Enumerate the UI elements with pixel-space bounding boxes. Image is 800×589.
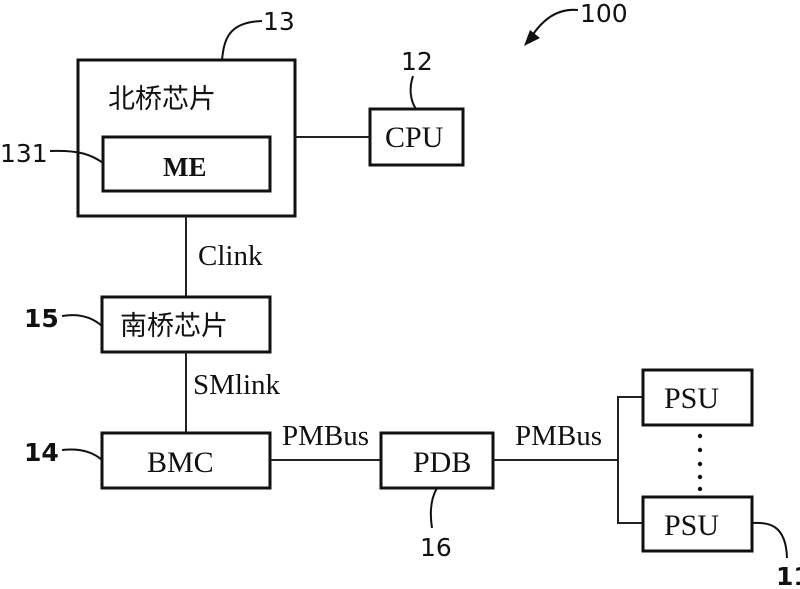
psu-bus-bracket	[617, 396, 643, 524]
pmbus-label-2: PMBus	[515, 420, 602, 452]
pdb-ref-leader	[429, 487, 438, 529]
south-bridge-label: 南桥芯片	[120, 311, 228, 342]
clink-label: Clink	[198, 240, 263, 272]
pdb-label: PDB	[413, 446, 471, 479]
psu-bottom-label: PSU	[664, 509, 719, 542]
north-bridge-ref: 13	[263, 7, 295, 36]
psu-ref-leader	[751, 521, 788, 559]
psu-top-label: PSU	[664, 382, 719, 415]
south-bridge-ref: 15	[24, 304, 59, 333]
bmc-ref: 14	[24, 438, 59, 467]
cpu-ref-leader	[409, 75, 417, 110]
cpu-label: CPU	[385, 121, 444, 154]
cpu-ref: 12	[401, 47, 433, 76]
south-bridge-ref-leader	[61, 314, 103, 327]
bmc-ref-leader	[61, 448, 103, 461]
bmc-label: BMC	[147, 446, 214, 479]
me-ref: 131	[0, 139, 48, 168]
smlink-label: SMlink	[193, 369, 281, 401]
pmbus-label-1: PMBus	[282, 420, 369, 452]
system-ref-arrowhead	[524, 30, 540, 46]
psu-ellipsis-dots	[697, 433, 703, 492]
north-bridge-ref-leader	[221, 20, 263, 61]
psu-ref: 11	[776, 562, 800, 589]
system-ref-label: 100	[580, 0, 628, 28]
north-bridge-label: 北桥芯片	[108, 84, 216, 115]
me-label: ME	[163, 152, 207, 182]
block-diagram: 100 北桥芯片 13 ME 131 CPU 12 Clink 南桥芯片 15 …	[0, 0, 800, 589]
pdb-ref: 16	[420, 533, 452, 562]
